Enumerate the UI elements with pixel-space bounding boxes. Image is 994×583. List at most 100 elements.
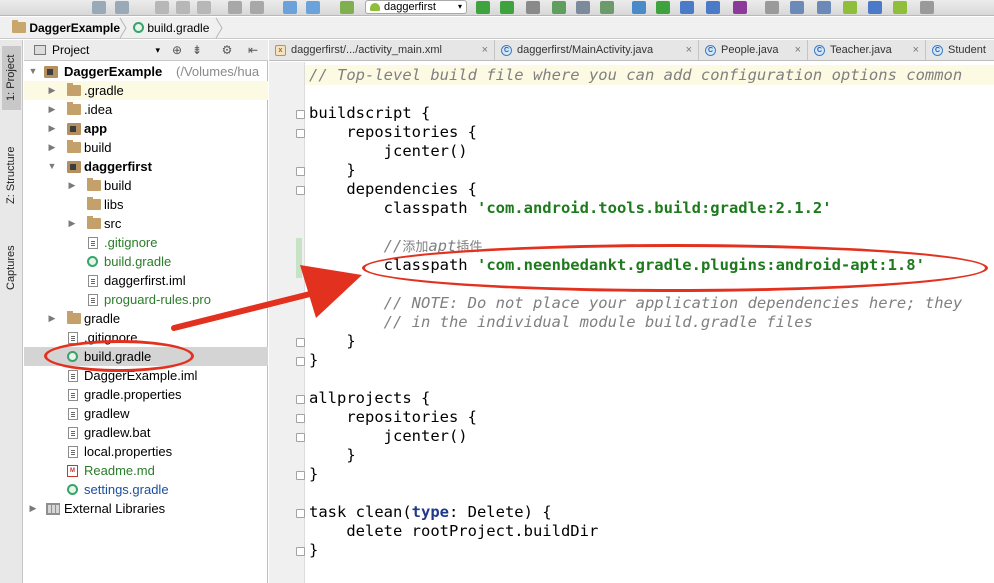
breadcrumb-item-project[interactable]: DaggerExample bbox=[12, 20, 120, 36]
vcs-icon[interactable] bbox=[733, 1, 747, 14]
tree-item-daggerexample[interactable]: ▼ DaggerExample (/Volumes/hua bbox=[24, 62, 268, 81]
fold-marker-icon[interactable] bbox=[296, 547, 305, 556]
collapsed-arrow-icon[interactable]: ▶ bbox=[47, 100, 57, 119]
expanded-arrow-icon[interactable]: ▼ bbox=[47, 157, 57, 176]
tree-item-dot-idea[interactable]: ▶ .idea bbox=[24, 100, 268, 119]
sdk-manager-icon[interactable] bbox=[817, 1, 831, 14]
attach-debugger-icon[interactable] bbox=[526, 1, 540, 14]
hide-panel-icon[interactable]: ⇤ bbox=[246, 43, 260, 57]
layout-icon[interactable] bbox=[706, 1, 720, 14]
code-line: // NOTE: Do not place your application d… bbox=[309, 294, 963, 312]
fold-marker-icon[interactable] bbox=[296, 509, 305, 518]
fold-marker-icon[interactable] bbox=[296, 129, 305, 138]
tree-item-local-properties[interactable]: local.properties bbox=[24, 442, 268, 461]
tree-item-gradle[interactable]: ▶ gradle bbox=[24, 309, 268, 328]
make-project-icon[interactable] bbox=[340, 1, 354, 14]
fold-marker-icon[interactable] bbox=[296, 338, 305, 347]
fold-marker-icon[interactable] bbox=[296, 110, 305, 119]
close-icon[interactable]: × bbox=[913, 40, 919, 60]
file-icon bbox=[68, 389, 78, 401]
run-configuration-dropdown[interactable]: daggerfirst ▾ bbox=[365, 0, 467, 14]
tree-item-daggerfirst[interactable]: ▼ daggerfirst bbox=[24, 157, 268, 176]
class-icon: C bbox=[501, 45, 512, 56]
collapsed-arrow-icon[interactable]: ▶ bbox=[47, 81, 57, 100]
editor-tab-mainactivity[interactable]: C daggerfirst/MainActivity.java × bbox=[495, 40, 699, 60]
tree-item-dot-gradle[interactable]: ▶ .gradle bbox=[24, 81, 268, 100]
editor-tab-teacher[interactable]: C Teacher.java × bbox=[808, 40, 926, 60]
forward-icon[interactable] bbox=[306, 1, 320, 14]
replace-icon[interactable] bbox=[250, 1, 264, 14]
folder-icon bbox=[87, 216, 101, 229]
profile-icon[interactable] bbox=[552, 1, 566, 14]
instant-run-icon[interactable] bbox=[632, 1, 646, 14]
close-icon[interactable]: × bbox=[795, 40, 801, 60]
tree-item-src[interactable]: ▶ src bbox=[24, 214, 268, 233]
run-icon[interactable] bbox=[476, 1, 490, 14]
tool-tab-project[interactable]: 1: Project bbox=[2, 46, 21, 110]
project-structure-icon[interactable] bbox=[680, 1, 694, 14]
collapsed-arrow-icon[interactable]: ▶ bbox=[28, 499, 38, 518]
tool-tab-structure[interactable]: Z: Structure bbox=[2, 136, 21, 214]
cut-icon[interactable] bbox=[155, 1, 169, 14]
tree-item-module-build-gradle[interactable]: build.gradle bbox=[24, 252, 268, 271]
fold-marker-icon[interactable] bbox=[296, 414, 305, 423]
code-editor[interactable]: // Top-level build file where you can ad… bbox=[269, 62, 994, 583]
undo-icon[interactable] bbox=[92, 1, 106, 14]
class-icon: C bbox=[814, 45, 825, 56]
code-line: } bbox=[309, 351, 319, 369]
tree-item-build[interactable]: ▶ build bbox=[24, 138, 268, 157]
editor-tab-activity-main-xml[interactable]: x daggerfirst/.../activity_main.xml × bbox=[269, 40, 495, 60]
editor-tab-people[interactable]: C People.java × bbox=[699, 40, 808, 60]
collapsed-arrow-icon[interactable]: ▶ bbox=[67, 214, 77, 233]
debug-icon[interactable] bbox=[500, 1, 514, 14]
find-icon[interactable] bbox=[228, 1, 242, 14]
collapsed-arrow-icon[interactable]: ▶ bbox=[47, 138, 57, 157]
fold-marker-icon[interactable] bbox=[296, 395, 305, 404]
fold-marker-icon[interactable] bbox=[296, 357, 305, 366]
fold-marker-icon[interactable] bbox=[296, 471, 305, 480]
project-view-selector[interactable]: Project ▾ bbox=[28, 42, 162, 58]
fold-marker-icon[interactable] bbox=[296, 186, 305, 195]
download-icon[interactable] bbox=[868, 1, 882, 14]
tree-item-readme[interactable]: M Readme.md bbox=[24, 461, 268, 480]
tool-tab-captures[interactable]: Captures bbox=[2, 236, 21, 300]
tree-item-gradlew[interactable]: gradlew bbox=[24, 404, 268, 423]
redo-icon[interactable] bbox=[115, 1, 129, 14]
tree-item-daggerfirst-build[interactable]: ▶ build bbox=[24, 176, 268, 195]
fold-marker-icon[interactable] bbox=[296, 167, 305, 176]
scroll-from-source-icon[interactable]: ⊕ bbox=[170, 43, 184, 57]
deploy-icon[interactable] bbox=[656, 1, 670, 14]
help-icon[interactable] bbox=[920, 1, 934, 14]
tree-item-gitignore[interactable]: .gitignore bbox=[24, 233, 268, 252]
copy-icon[interactable] bbox=[176, 1, 190, 14]
close-icon[interactable]: × bbox=[686, 40, 692, 60]
tree-item-external-libraries[interactable]: ▶ External Libraries bbox=[24, 499, 268, 518]
tree-item-libs[interactable]: libs bbox=[24, 195, 268, 214]
folder-icon bbox=[67, 311, 81, 324]
close-icon[interactable]: × bbox=[482, 40, 488, 60]
android-icon[interactable] bbox=[893, 1, 907, 14]
android-device-monitor-icon[interactable] bbox=[843, 1, 857, 14]
breadcrumb-item-file[interactable]: build.gradle bbox=[133, 20, 209, 36]
collapsed-arrow-icon[interactable]: ▶ bbox=[47, 309, 57, 328]
collapsed-arrow-icon[interactable]: ▶ bbox=[47, 119, 57, 138]
paste-icon[interactable] bbox=[197, 1, 211, 14]
tree-item-daggerfirst-iml[interactable]: daggerfirst.iml bbox=[24, 271, 268, 290]
back-icon[interactable] bbox=[283, 1, 297, 14]
fold-marker-icon[interactable] bbox=[296, 433, 305, 442]
tree-item-settings-gradle[interactable]: settings.gradle bbox=[24, 480, 268, 499]
tree-item-proguard-rules[interactable]: proguard-rules.pro bbox=[24, 290, 268, 309]
expanded-arrow-icon[interactable]: ▼ bbox=[28, 62, 38, 81]
android-icon bbox=[370, 3, 380, 11]
stop-icon[interactable] bbox=[576, 1, 590, 14]
settings-icon[interactable] bbox=[765, 1, 779, 14]
tree-item-app[interactable]: ▶ app bbox=[24, 119, 268, 138]
collapse-all-icon[interactable]: ⇟ bbox=[190, 43, 204, 57]
gear-icon[interactable]: ⚙ bbox=[220, 43, 234, 57]
sync-icon[interactable] bbox=[600, 1, 614, 14]
avd-manager-icon[interactable] bbox=[790, 1, 804, 14]
editor-tab-student[interactable]: C Student bbox=[926, 40, 994, 60]
tree-item-gradle-properties[interactable]: gradle.properties bbox=[24, 385, 268, 404]
tree-item-gradlew-bat[interactable]: gradlew.bat bbox=[24, 423, 268, 442]
collapsed-arrow-icon[interactable]: ▶ bbox=[67, 176, 77, 195]
